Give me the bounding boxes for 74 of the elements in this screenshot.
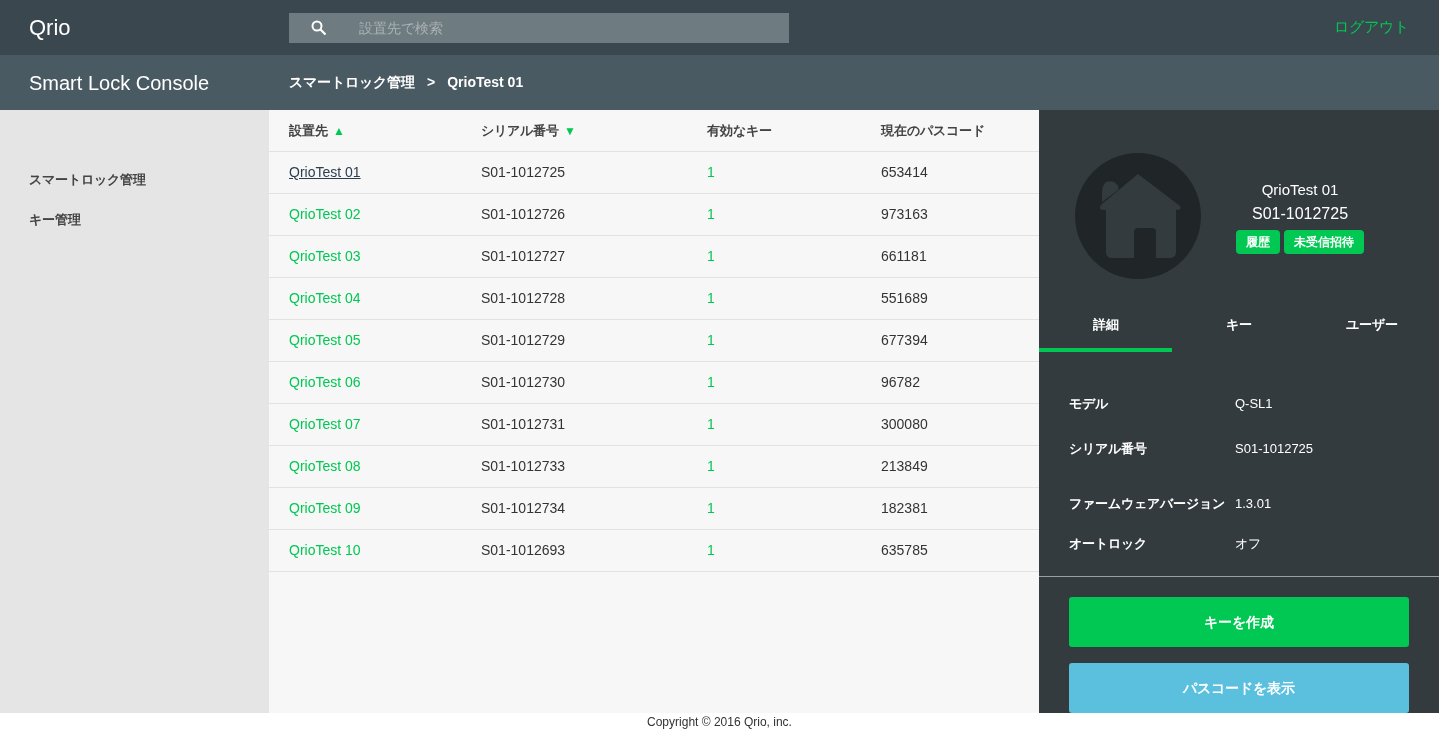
location-link[interactable]: QrioTest 05 <box>289 332 361 348</box>
serial-number: S01-1012725 <box>481 164 566 180</box>
passcode: 96782 <box>881 374 920 390</box>
key-count: 1 <box>707 542 715 558</box>
field-label: ファームウェアバージョン <box>1068 495 1226 514</box>
location-link[interactable]: QrioTest 08 <box>289 458 361 474</box>
serial-number: S01-1012733 <box>481 458 566 474</box>
field-label: モデル <box>1068 395 1109 414</box>
tab[interactable]: ユーザー <box>1305 306 1439 352</box>
create-key-button[interactable]: キーを作成 <box>1069 597 1409 647</box>
status-button[interactable]: 履歴 <box>1236 229 1280 254</box>
field-value: 1.3.01 <box>1235 495 1272 514</box>
serial-number: S01-1012729 <box>481 332 566 348</box>
logout-link[interactable]: ログアウト <box>1334 16 1409 39</box>
key-count: 1 <box>707 416 715 432</box>
sidebar-item[interactable]: スマートロック管理 <box>0 160 269 200</box>
location-link[interactable]: QrioTest 07 <box>289 416 361 432</box>
passcode: 973163 <box>881 206 928 222</box>
serial-number: S01-1012731 <box>481 416 566 432</box>
sidebar-item[interactable]: キー管理 <box>0 200 269 240</box>
status-button[interactable]: 未受信招待 <box>1284 229 1364 254</box>
column-header[interactable]: 有効なキー <box>707 120 772 141</box>
serial-number: S01-1012728 <box>481 290 566 306</box>
search-field[interactable]: 設置先で検索 <box>289 12 789 43</box>
field-label: シリアル番号 <box>1068 440 1148 459</box>
serial-number: S01-1012726 <box>481 206 566 222</box>
breadcrumb-separator: > <box>427 73 436 92</box>
key-count: 1 <box>707 500 715 516</box>
logo: Qrio <box>28 14 72 42</box>
sort-arrow[interactable]: ▼ <box>564 121 576 140</box>
location-link[interactable]: QrioTest 09 <box>289 500 361 516</box>
column-header[interactable]: 現在のパスコード <box>881 120 985 141</box>
passcode: 635785 <box>881 542 928 558</box>
tab[interactable]: キー <box>1172 306 1306 352</box>
breadcrumb-item: QrioTest 01 <box>447 73 524 92</box>
serial-number: S01-1012730 <box>481 374 566 390</box>
device-serial: S01-1012725 <box>1251 203 1349 224</box>
passcode: 551689 <box>881 290 928 306</box>
passcode: 182381 <box>881 500 928 516</box>
key-count: 1 <box>707 248 715 264</box>
breadcrumb-item[interactable]: スマートロック管理 <box>289 72 415 93</box>
field-label: オートロック <box>1068 535 1148 554</box>
key-count: 1 <box>707 374 715 390</box>
location-link[interactable]: QrioTest 01 <box>289 164 361 180</box>
location-link[interactable]: QrioTest 03 <box>289 248 361 264</box>
passcode: 661181 <box>881 248 927 264</box>
field-value: Q-SL1 <box>1235 395 1273 414</box>
device-name: QrioTest 01 <box>1261 180 1339 200</box>
sort-arrow[interactable]: ▲ <box>333 121 345 140</box>
copyright-text: Copyright © 2016 Qrio, inc. <box>647 715 792 729</box>
tab[interactable]: 詳細 <box>1039 306 1173 352</box>
key-count: 1 <box>707 206 715 222</box>
location-link[interactable]: QrioTest 10 <box>289 542 361 558</box>
field-value: オフ <box>1235 535 1261 554</box>
passcode: 300080 <box>881 416 928 432</box>
location-link[interactable]: QrioTest 02 <box>289 206 361 222</box>
search-icon <box>311 19 327 36</box>
key-count: 1 <box>707 332 715 348</box>
passcode: 653414 <box>881 164 928 180</box>
serial-number: S01-1012727 <box>481 248 566 264</box>
location-link[interactable]: QrioTest 06 <box>289 374 361 390</box>
show-passcode-button[interactable]: パスコードを表示 <box>1069 663 1409 713</box>
key-count: 1 <box>707 164 715 180</box>
passcode: 677394 <box>881 332 928 348</box>
key-count: 1 <box>707 290 715 306</box>
location-link[interactable]: QrioTest 04 <box>289 290 361 306</box>
column-header[interactable]: シリアル番号 <box>481 120 559 141</box>
serial-number: S01-1012734 <box>481 500 566 516</box>
key-count: 1 <box>707 458 715 474</box>
field-value: S01-1012725 <box>1235 440 1314 459</box>
passcode: 213849 <box>881 458 928 474</box>
console-title: Smart Lock Console <box>28 70 211 96</box>
column-header[interactable]: 設置先 <box>289 120 328 141</box>
serial-number: S01-1012693 <box>481 542 566 558</box>
